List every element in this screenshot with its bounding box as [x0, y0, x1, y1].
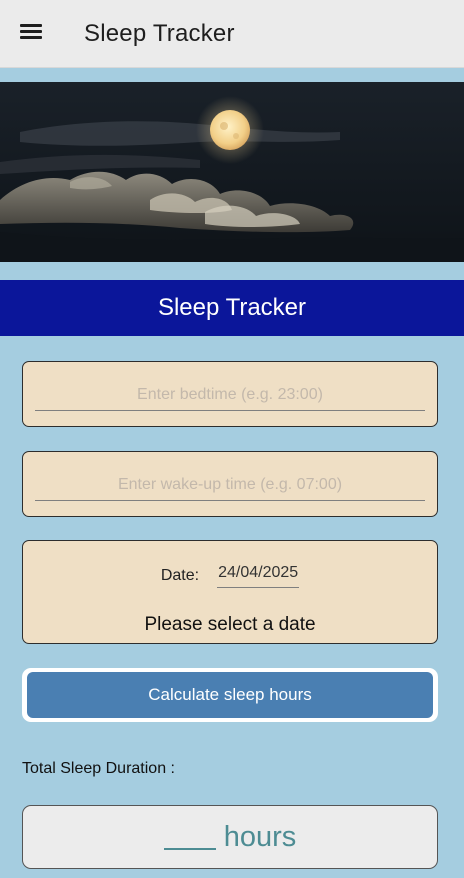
app-bar-title: Sleep Tracker [84, 20, 235, 47]
calculate-button-frame: Calculate sleep hours [22, 668, 438, 722]
result-unit: hours [223, 820, 297, 853]
wake-time-input[interactable] [35, 470, 425, 501]
total-sleep-duration-label: Total Sleep Duration : [22, 760, 175, 777]
banner-title: Sleep Tracker [157, 294, 307, 321]
bedtime-input[interactable] [35, 380, 425, 411]
date-picker-field[interactable]: 24/04/2025 [217, 564, 300, 588]
hero-image [0, 82, 464, 262]
result-value [163, 825, 216, 850]
wake-time-card [22, 451, 438, 517]
title-banner: Sleep Tracker [0, 280, 464, 336]
app-bar: Sleep Tracker [0, 0, 464, 68]
date-card: Date: 24/04/2025 Please select a date [22, 540, 438, 644]
night-sky-moon-image [0, 82, 464, 262]
bedtime-card [22, 361, 438, 427]
hamburger-menu-icon[interactable] [20, 22, 44, 42]
date-row: Date: 24/04/2025 [23, 564, 437, 588]
date-prompt: Please select a date [144, 614, 316, 635]
calculate-sleep-hours-button[interactable]: Calculate sleep hours [27, 672, 433, 718]
result-box: hours [22, 805, 438, 869]
date-label: Date: [160, 567, 200, 584]
